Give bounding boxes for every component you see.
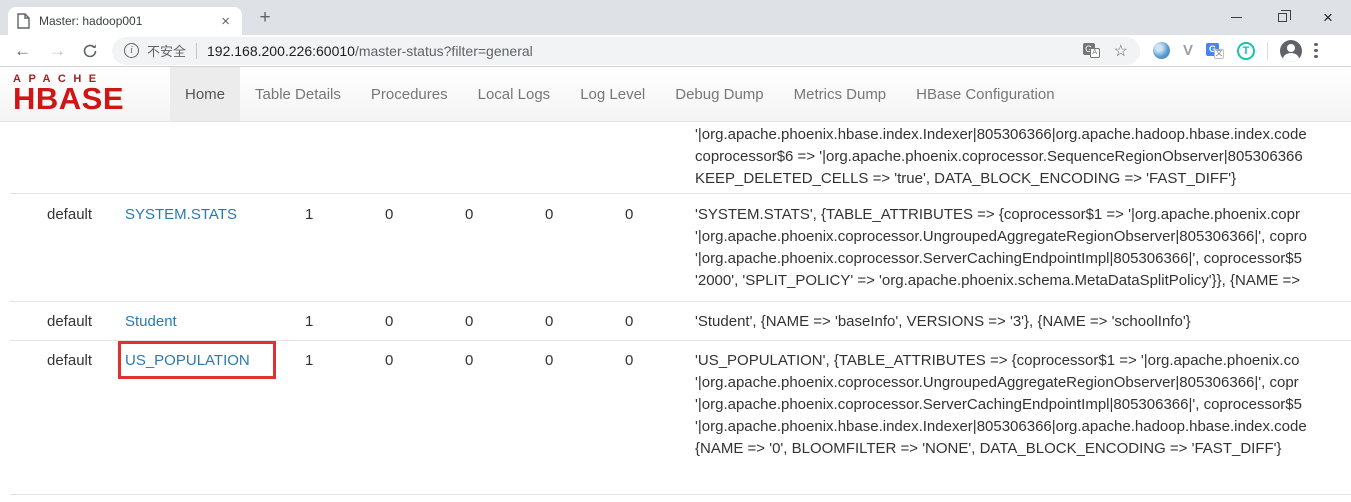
table-row: '|org.apache.phoenix.hbase.index.Indexer… xyxy=(10,122,1351,194)
namespace-cell: default xyxy=(10,194,117,301)
nav-item-hbase-configuration[interactable]: HBase Configuration xyxy=(901,67,1069,121)
table-description: 'US_POPULATION', {TABLE_ATTRIBUTES => {c… xyxy=(695,341,1351,494)
nav-item-debug-dump[interactable]: Debug Dump xyxy=(660,67,778,121)
translate-page-icon[interactable]: G A xyxy=(1083,43,1100,58)
window-restore-button[interactable] xyxy=(1259,0,1305,35)
extension-blue-circle-icon[interactable] xyxy=(1153,42,1170,59)
site-info-icon[interactable]: i xyxy=(124,43,139,58)
table-link-system-stats[interactable]: SYSTEM.STATS xyxy=(125,206,237,223)
toolbar-separator xyxy=(1267,42,1268,60)
table-row: default Student 1 0 0 0 0 'Student', {NA… xyxy=(10,302,1351,341)
forward-button[interactable]: → xyxy=(49,42,66,59)
reload-button[interactable] xyxy=(82,43,98,59)
window-close-button[interactable]: × xyxy=(1305,0,1351,35)
page-favicon-icon xyxy=(16,13,30,29)
nav-item-procedures[interactable]: Procedures xyxy=(356,67,463,121)
browser-window: Master: hadoop001 × + × ← → i 不安全 192.16… xyxy=(0,0,1351,502)
nav-item-table-details[interactable]: Table Details xyxy=(240,67,356,121)
table-description: 'Student', {NAME => 'baseInfo', VERSIONS… xyxy=(695,302,1351,340)
back-button[interactable]: ← xyxy=(14,42,31,59)
nav-item-metrics-dump[interactable]: Metrics Dump xyxy=(779,67,902,121)
extension-v-icon[interactable]: V xyxy=(1183,42,1193,59)
bookmark-star-icon[interactable]: ☆ xyxy=(1114,41,1128,61)
security-label: 不安全 xyxy=(147,41,186,60)
table-description: 'SYSTEM.STATS', {TABLE_ATTRIBUTES => {co… xyxy=(695,194,1351,301)
window-controls: × xyxy=(1213,0,1351,35)
nav-item-log-level[interactable]: Log Level xyxy=(565,67,660,121)
hbase-nav: Home Table Details Procedures Local Logs… xyxy=(170,67,1070,121)
browser-tab[interactable]: Master: hadoop001 × xyxy=(8,7,242,35)
close-icon: × xyxy=(1323,8,1333,28)
table-link-us-population[interactable]: US_POPULATION xyxy=(125,352,250,369)
hbase-logo: APACHE HBASE xyxy=(0,67,170,121)
extension-t-circle-icon[interactable]: T xyxy=(1237,42,1255,60)
logo-hbase-text: HBASE xyxy=(13,85,170,114)
tables-list: '|org.apache.phoenix.hbase.index.Indexer… xyxy=(0,122,1351,495)
extension-google-translate-icon[interactable]: G 文 xyxy=(1206,43,1224,59)
table-row: default SYSTEM.STATS 1 0 0 0 0 'SYSTEM.S… xyxy=(10,194,1351,302)
address-bar[interactable]: i 不安全 192.168.200.226:60010 /master-stat… xyxy=(112,37,1140,65)
window-minimize-button[interactable] xyxy=(1213,0,1259,35)
hbase-header: APACHE HBASE Home Table Details Procedur… xyxy=(0,67,1351,122)
namespace-cell: default xyxy=(10,341,117,494)
profile-avatar[interactable] xyxy=(1280,40,1302,62)
url-separator xyxy=(196,43,197,59)
nav-item-home[interactable]: Home xyxy=(170,67,240,121)
namespace-cell: default xyxy=(10,302,117,340)
restore-icon xyxy=(1278,13,1287,22)
browser-toolbar: ← → i 不安全 192.168.200.226:60010 /master-… xyxy=(0,35,1351,67)
browser-menu-button[interactable] xyxy=(1314,43,1318,59)
url-path: /master-status?filter=general xyxy=(355,43,533,59)
browser-titlebar: Master: hadoop001 × + × xyxy=(0,0,1351,35)
table-row: default US_POPULATION 1 0 0 0 0 'US_POPU… xyxy=(10,341,1351,495)
new-tab-button[interactable]: + xyxy=(252,5,278,31)
minimize-icon xyxy=(1231,17,1242,18)
table-link-student[interactable]: Student xyxy=(125,313,177,330)
table-description: '|org.apache.phoenix.hbase.index.Indexer… xyxy=(695,122,1351,193)
nav-item-local-logs[interactable]: Local Logs xyxy=(463,67,566,121)
tab-title: Master: hadoop001 xyxy=(39,14,217,28)
tab-close-icon[interactable]: × xyxy=(217,13,234,30)
url-host: 192.168.200.226:60010 xyxy=(207,43,355,59)
reload-icon xyxy=(82,43,98,59)
